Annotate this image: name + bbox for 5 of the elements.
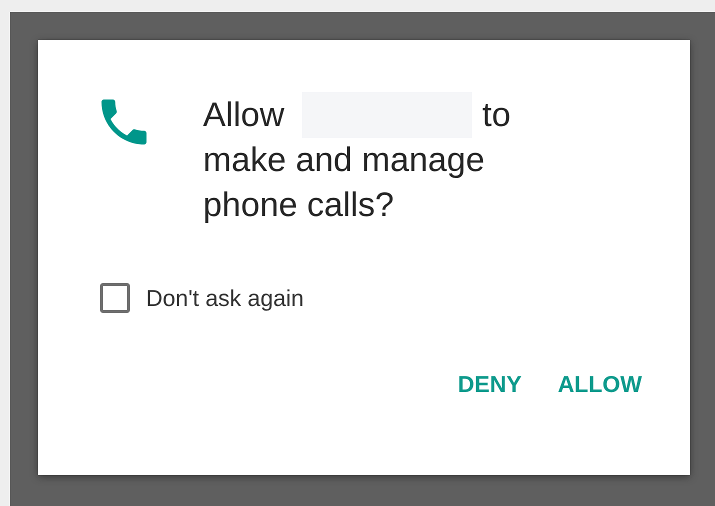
checkbox-label: Don't ask again bbox=[146, 284, 304, 312]
deny-button[interactable]: DENY bbox=[450, 365, 530, 404]
allow-button[interactable]: ALLOW bbox=[550, 365, 650, 404]
dialog-title: Allow to make and manage phone calls? bbox=[203, 92, 583, 228]
checkbox[interactable] bbox=[100, 283, 130, 313]
